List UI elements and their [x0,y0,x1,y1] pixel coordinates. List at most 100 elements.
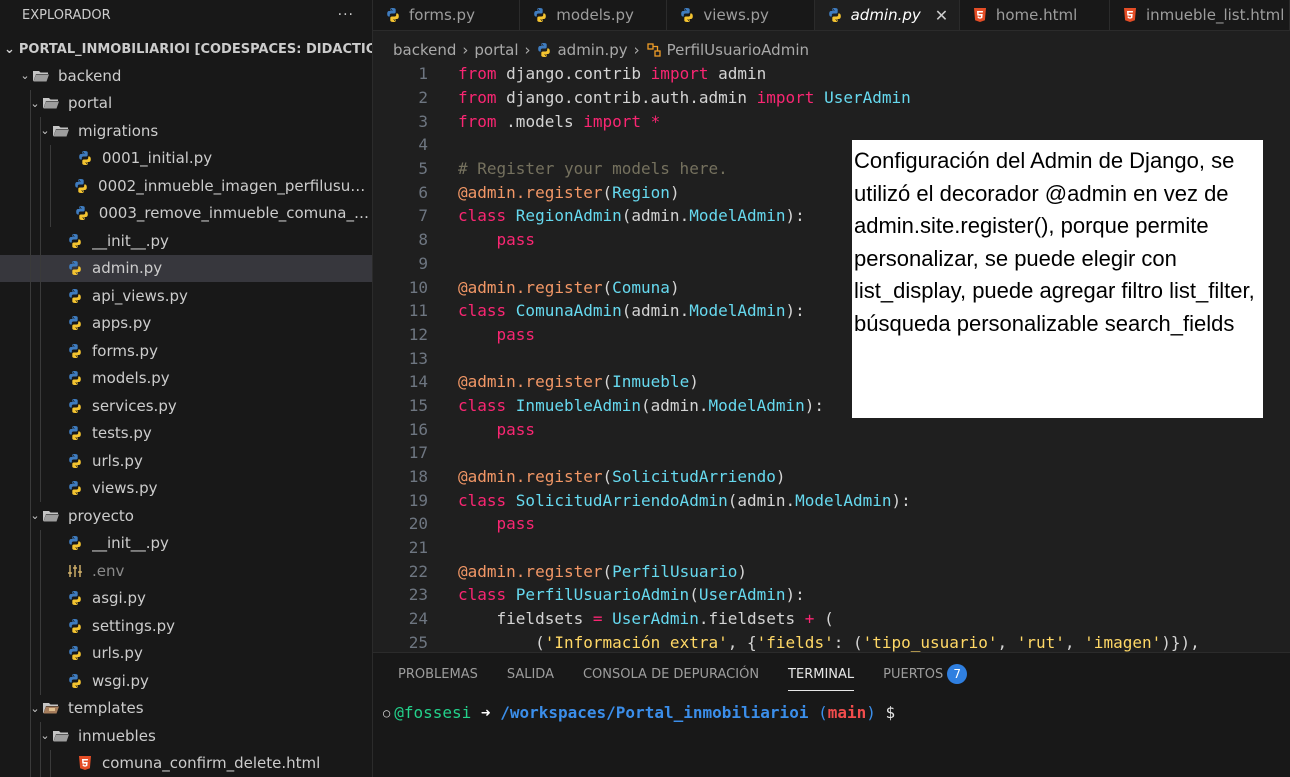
code-line[interactable]: 22 @admin.register(PerfilUsuario) [373,559,1290,583]
code-token: class [458,585,516,605]
tree-item-label: apps.py [92,314,152,333]
code-token: = [592,609,613,629]
code-token: , [997,632,1017,652]
tab-label: models.py [556,6,634,24]
tab-label: forms.py [409,6,475,24]
tree-file-item[interactable]: urls.py [0,639,372,667]
line-number: 11 [408,301,428,321]
tree-item-label: backend [58,66,122,85]
tree-file-item[interactable]: 0003_remove_inmueble_comuna_in... [0,199,372,227]
tab-admin-py[interactable]: admin.py ✕ [814,0,960,30]
indent-guide [40,584,41,612]
code-line[interactable]: 19 class SolicitudArriendoAdmin(admin.Mod… [373,488,1290,512]
code-line[interactable]: 3 from .models import * [373,109,1290,133]
tree-file-item[interactable]: tests.py [0,419,372,447]
code-line[interactable]: 18 @admin.register(SolicitudArriendo) [373,465,1290,489]
line-number: 2 [418,88,428,108]
tree-file-item[interactable]: wsgi.py [0,667,372,695]
tree-folder-item[interactable]: ⌄ proyecto [0,502,372,530]
code-token: pass [496,230,536,250]
code-token: class [458,206,516,226]
tree-file-item[interactable]: models.py [0,364,372,392]
tree-file-item[interactable]: __init__.py [0,529,372,557]
panel-tab-salida[interactable]: SALIDA [507,653,554,695]
code-token: Comuna [612,277,670,297]
tree-folder-item[interactable]: ⌄ portal [0,89,372,117]
breadcrumb-separator: › [462,41,469,59]
code-line[interactable]: 21 [373,536,1290,560]
tab-views-py[interactable]: views.py [667,0,815,30]
panel-tab-puertos[interactable]: PUERTOS 7 [883,653,968,695]
terminal-prompt[interactable]: ○ @fossesi ➜ /workspaces/Portal_inmobili… [373,703,1290,722]
indent-guide [30,584,31,612]
workspace-root[interactable]: ⌄ PORTAL_INMOBILIARIOI [CODESPACES: DIDA… [0,38,372,60]
tree-file-item[interactable]: __init__.py [0,227,372,255]
panel-tab-terminal[interactable]: TERMINAL [788,653,855,695]
code-line[interactable]: 24 fieldsets = UserAdmin.fieldsets + ( [373,607,1290,631]
code-token: ) [737,561,748,581]
tree-folder-item[interactable]: ⌄ inmuebles [0,722,372,750]
code-token: ( [602,182,613,202]
explorer-title: EXPLORADOR [22,7,111,23]
panel-tab-problemas[interactable]: PROBLEMAS [398,653,478,695]
tree-file-item[interactable]: comuna_confirm_delete.html [0,749,372,777]
tree-file-item[interactable]: 0001_initial.py [0,144,372,172]
code-token: 'imagen' [1084,632,1162,652]
python-icon [66,534,84,552]
tab-models-py[interactable]: models.py [520,0,668,30]
ports-count-badge: 7 [947,664,968,684]
tab-forms-py[interactable]: forms.py [373,0,521,30]
code-line[interactable]: 23 class PerfilUsuarioAdmin(UserAdmin): [373,583,1290,607]
breadcrumb-item[interactable]: admin.py [557,41,627,59]
code-line[interactable]: 17 [373,441,1290,465]
close-icon[interactable]: ✕ [935,6,948,25]
breadcrumb-item[interactable]: PerfilUsuarioAdmin [667,41,809,59]
breadcrumb-item[interactable]: portal [474,41,518,59]
tab-label: inmueble_list.html [1146,6,1285,24]
indent-guide [40,282,41,310]
indent-guide [30,392,31,420]
indent-guide [30,694,31,722]
tree-item-label: migrations [78,121,159,140]
tree-file-item[interactable]: asgi.py [0,584,372,612]
tree-folder-item[interactable]: ⌄ templates [0,694,372,722]
code-token: import [583,111,651,131]
indent-guide [40,557,41,585]
tree-file-item[interactable]: services.py [0,392,372,420]
tree-file-item[interactable]: urls.py [0,447,372,475]
indent-guide [30,199,31,227]
tree-file-item[interactable]: .env [0,557,372,585]
tree-item-label: tests.py [92,424,152,443]
code-line[interactable]: 16 pass [373,417,1290,441]
code-token: UserAdmin [698,585,786,605]
code-line[interactable]: 25 ('Información extra', {'fields': ('ti… [373,631,1290,653]
tree-file-item[interactable]: apps.py [0,309,372,337]
tree-folder-item[interactable]: ⌄ backend [0,62,372,90]
tree-file-item[interactable]: admin.py [0,254,372,282]
tab-home-html[interactable]: home.html [960,0,1110,30]
code-line[interactable]: 1 from django.contrib import admin [373,62,1290,86]
breadcrumb-item[interactable]: backend [393,41,456,59]
tree-file-item[interactable]: views.py [0,474,372,502]
terminal-arrow: ➜ [471,703,501,722]
code-line[interactable]: 2 from django.contrib.auth.admin import U… [373,86,1290,110]
folder-open-icon [42,94,60,112]
python-icon [66,644,84,662]
folder-open-icon [42,507,60,525]
tree-file-item[interactable]: 0002_inmueble_imagen_perfilusuari... [0,172,372,200]
line-number: 6 [418,182,428,202]
tree-folder-item[interactable]: ⌄ migrations [0,117,372,145]
panel-tab-consola-de-depuraci-n[interactable]: CONSOLA DE DEPURACIÓN [583,653,759,695]
code-line[interactable]: 20 pass [373,512,1290,536]
tab-inmueble_list-html[interactable]: inmueble_list.html [1110,0,1290,30]
more-actions-icon[interactable]: ··· [338,7,354,23]
tree-file-item[interactable]: settings.py [0,612,372,640]
tree-item-label: api_views.py [92,286,188,305]
code-token: PerfilUsuario [612,561,738,581]
tree-file-item[interactable]: api_views.py [0,282,372,310]
code-token: + [804,609,825,629]
code-token: ( [602,467,613,487]
tree-file-item[interactable]: forms.py [0,337,372,365]
code-token: pass [496,324,536,344]
